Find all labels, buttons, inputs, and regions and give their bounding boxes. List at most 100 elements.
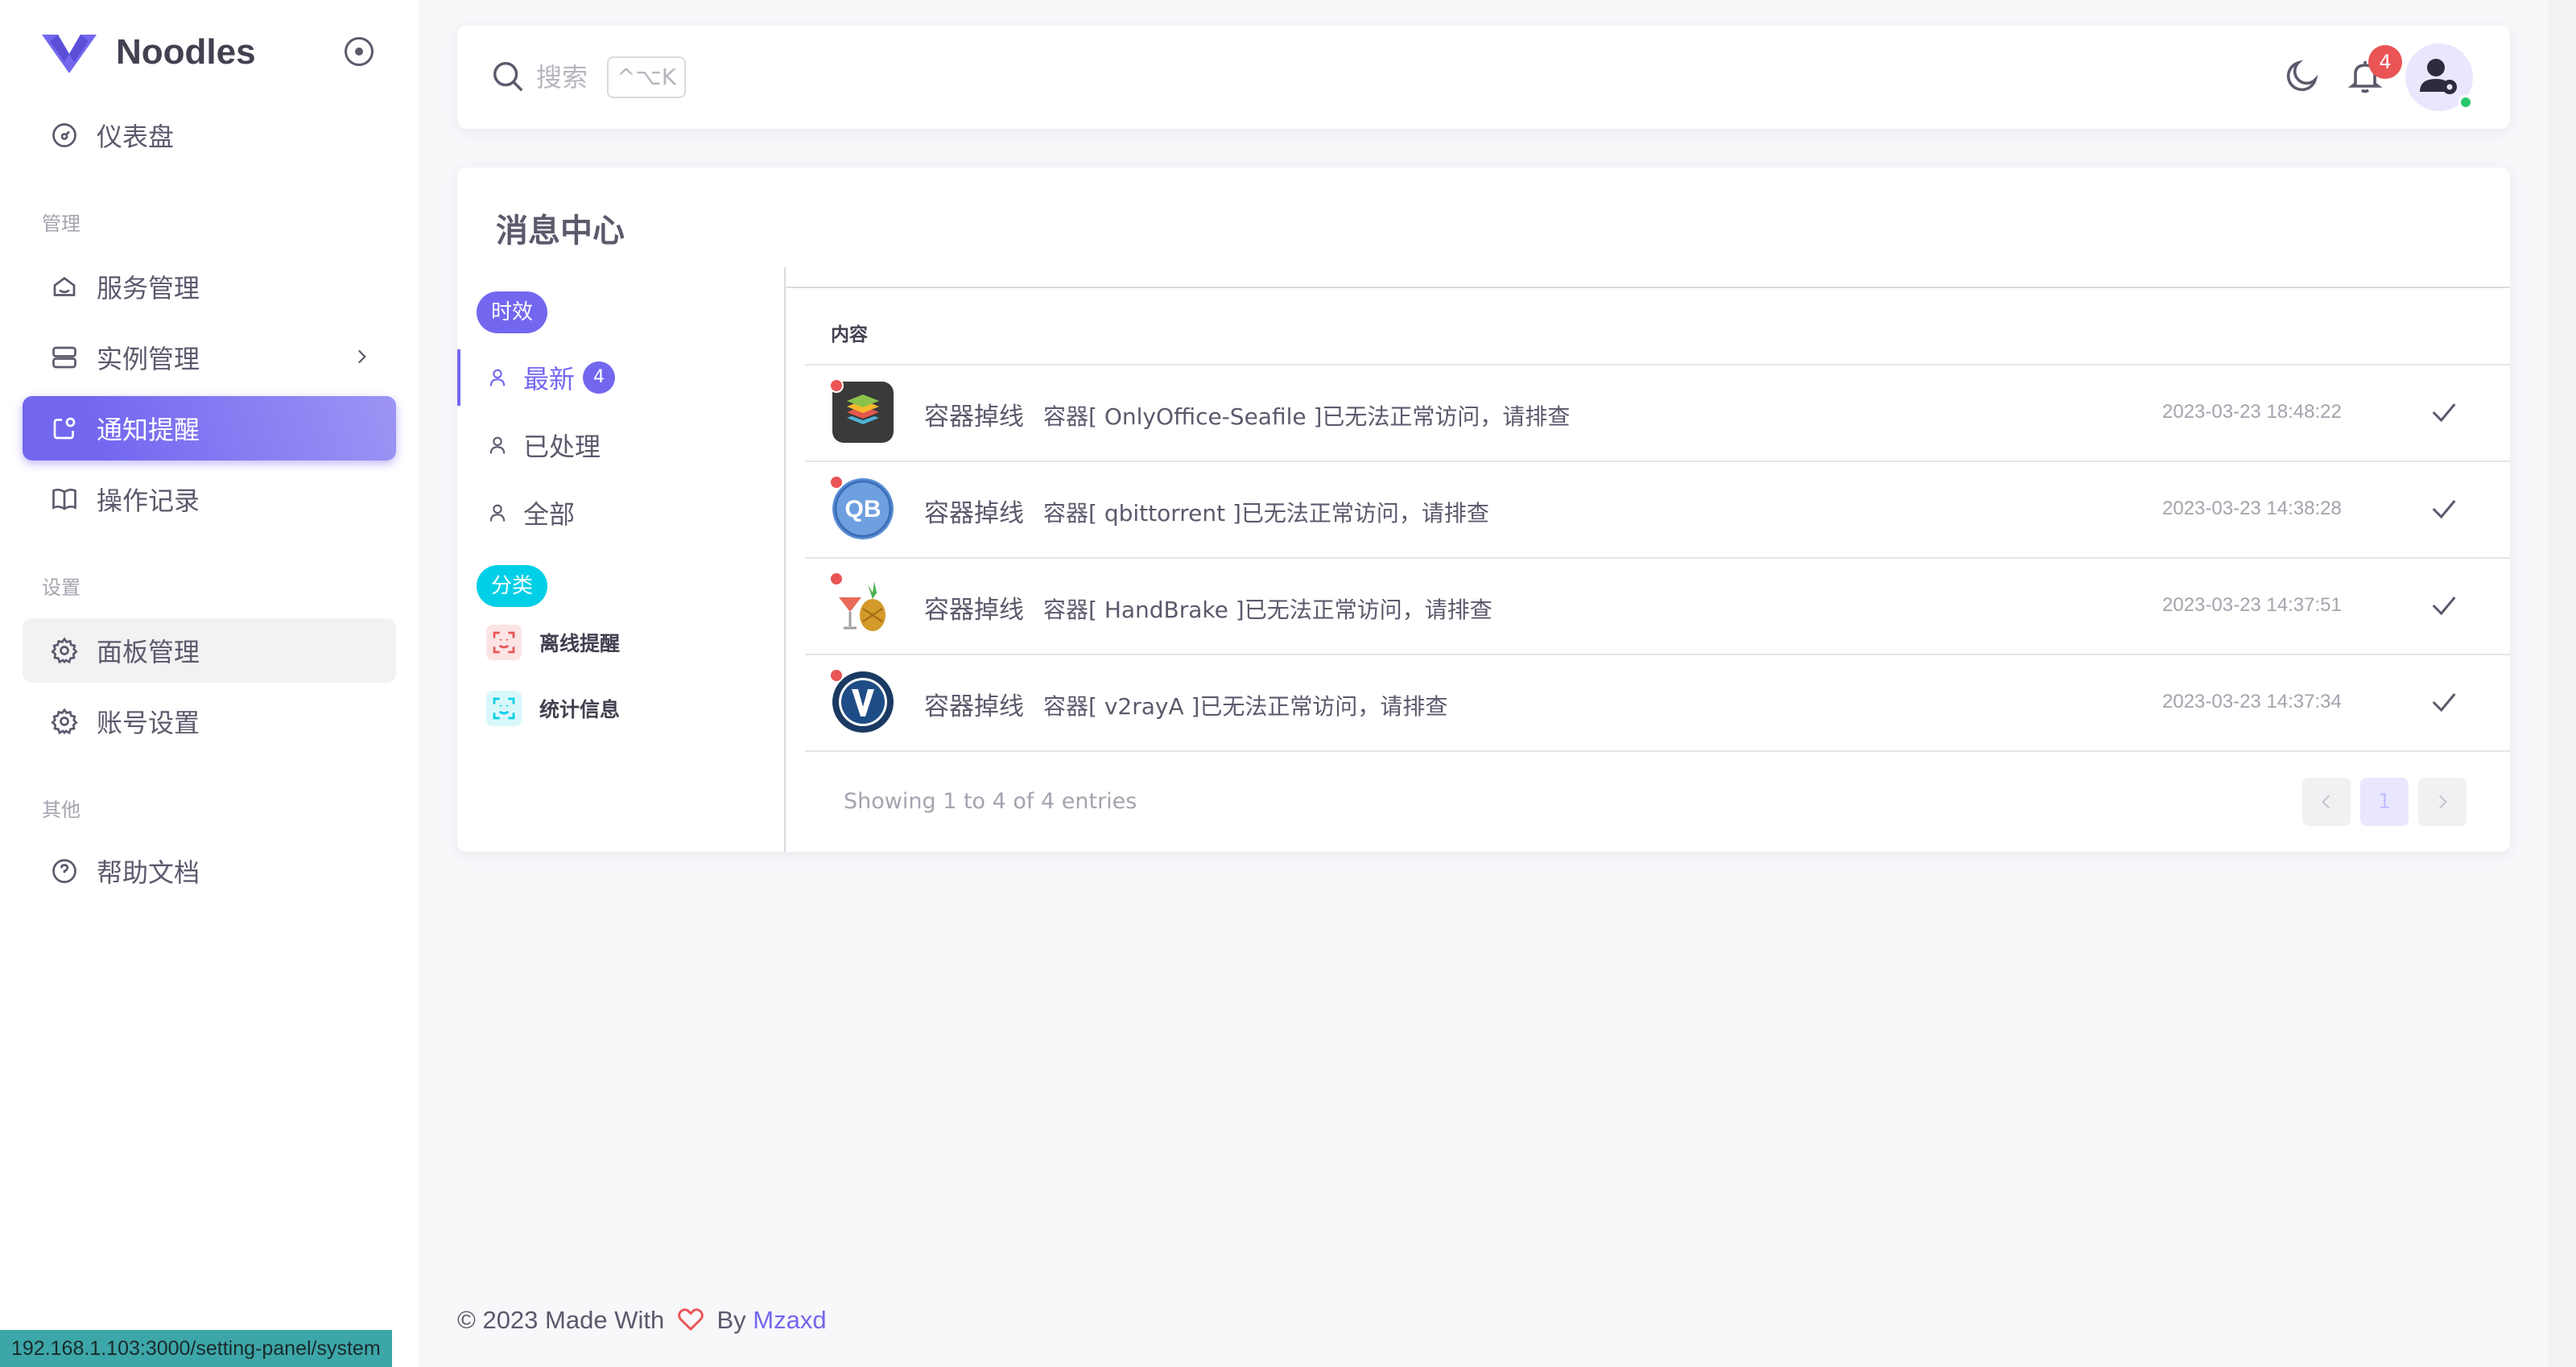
filter-panel: 时效 最新 4 已处理 全部 分类 离线提醒 统计信息 — [457, 267, 786, 852]
footer-text: © 2023 Made With — [457, 1306, 665, 1334]
chevron-right-icon — [357, 349, 366, 364]
next-page-button[interactable] — [2418, 778, 2467, 826]
gear-icon — [48, 705, 80, 737]
help-icon — [48, 855, 80, 887]
section-title-other: 其他 — [42, 799, 80, 821]
filter-label: 最新 — [523, 364, 576, 394]
footer: © 2023 Made With By Mzaxd — [457, 1306, 827, 1335]
chevron-right-icon — [2438, 795, 2447, 809]
message-time: 2023-03-23 14:37:34 — [2162, 691, 2342, 712]
message-time: 2023-03-23 14:38:28 — [2162, 498, 2342, 519]
check-icon[interactable] — [2428, 686, 2460, 718]
category-statistics[interactable]: 统计信息 — [486, 686, 776, 731]
column-header-content: 内容 — [831, 324, 868, 345]
scrollbar[interactable] — [2549, 0, 2576, 1367]
sidebar-toggle-icon[interactable] — [345, 37, 374, 66]
filter-group-label: 时效 — [477, 291, 548, 333]
sidebar-item-label: 通知提醒 — [97, 415, 200, 445]
sidebar-item-operation-logs[interactable]: 操作记录 — [23, 467, 396, 531]
qbittorrent-icon: QB — [832, 478, 894, 539]
sidebar-item-services[interactable]: 服务管理 — [23, 254, 396, 319]
chevron-left-icon — [2322, 795, 2330, 809]
message-title: 容器掉线 — [924, 403, 1024, 432]
user-icon — [489, 369, 506, 386]
user-icon — [489, 436, 506, 454]
search-icon[interactable] — [489, 58, 526, 95]
brand-name: Noodles — [116, 32, 256, 72]
filter-all[interactable]: 全部 — [457, 485, 786, 541]
category-label: 统计信息 — [539, 698, 621, 721]
message-text: 容器[ qbittorrent ]已无法正常访问，请排查 — [1043, 500, 1489, 527]
moon-icon[interactable] — [2283, 56, 2322, 95]
message-center-card: 消息中心 时效 最新 4 已处理 全部 分类 离线提醒 统计信息 内容 容器掉线… — [457, 167, 2510, 852]
sidebar-item-instances[interactable]: 实例管理 — [23, 325, 396, 390]
heart-icon — [678, 1308, 704, 1332]
message-text: 容器[ HandBrake ]已无法正常访问，请排查 — [1043, 597, 1492, 623]
unread-dot — [829, 475, 844, 489]
user-avatar[interactable] — [2405, 43, 2473, 111]
filter-latest[interactable]: 最新 4 — [457, 349, 786, 406]
category-group-label: 分类 — [477, 565, 548, 607]
onlyoffice-icon — [832, 382, 894, 443]
table-row[interactable]: QB 容器掉线 容器[ qbittorrent ]已无法正常访问，请排查 202… — [805, 462, 2510, 557]
notification-icon — [48, 412, 80, 444]
search-shortcut-hint: ^⌥K — [607, 56, 687, 98]
scan-icon — [486, 691, 522, 726]
top-navbar: ^⌥K 4 — [457, 26, 2510, 129]
page-number-button[interactable]: 1 — [2360, 778, 2409, 826]
table-row[interactable]: 容器掉线 容器[ HandBrake ]已无法正常访问，请排查 2023-03-… — [805, 559, 2510, 654]
search-input[interactable] — [536, 55, 609, 100]
sidebar-item-account-settings[interactable]: 账号设置 — [23, 689, 396, 754]
notification-count-badge: 4 — [2368, 45, 2402, 79]
count-badge: 4 — [583, 361, 616, 394]
author-link[interactable]: Mzaxd — [753, 1306, 826, 1334]
unread-dot — [829, 668, 844, 683]
divider — [805, 750, 2510, 752]
card-title: 消息中心 — [496, 213, 625, 250]
message-title: 容器掉线 — [924, 499, 1024, 528]
sidebar-item-label: 帮助文档 — [97, 857, 200, 888]
message-time: 2023-03-23 14:37:51 — [2162, 594, 2342, 616]
dashboard-icon — [48, 119, 80, 151]
message-title: 容器掉线 — [924, 596, 1024, 625]
unread-dot — [829, 378, 844, 393]
category-offline-alert[interactable]: 离线提醒 — [486, 620, 776, 665]
sidebar-item-label: 仪表盘 — [97, 122, 175, 152]
footer-by: By — [716, 1306, 746, 1334]
sidebar: Noodles 仪表盘 管理 服务管理 实例管理 通知提醒 操作记录 设置 面板… — [0, 0, 419, 1367]
scan-icon — [486, 625, 522, 660]
sidebar-item-panel-management[interactable]: 面板管理 — [23, 618, 396, 683]
brand[interactable]: Noodles — [40, 24, 394, 81]
table-row[interactable]: 容器掉线 容器[ OnlyOffice-Seafile ]已无法正常访问，请排查… — [805, 365, 2510, 460]
filter-label: 已处理 — [523, 432, 601, 462]
sidebar-item-help-docs[interactable]: 帮助文档 — [23, 839, 396, 903]
filter-label: 全部 — [523, 499, 576, 530]
prev-page-button[interactable] — [2302, 778, 2351, 826]
table-row[interactable]: 容器掉线 容器[ v2rayA ]已无法正常访问，请排查 2023-03-23 … — [805, 655, 2510, 750]
section-title-settings: 设置 — [42, 576, 80, 599]
user-icon — [489, 504, 506, 522]
check-icon[interactable] — [2428, 493, 2460, 525]
message-text: 容器[ v2rayA ]已无法正常访问，请排查 — [1043, 693, 1448, 720]
filter-processed[interactable]: 已处理 — [457, 417, 786, 473]
sidebar-item-label: 面板管理 — [97, 637, 200, 667]
sidebar-item-notifications[interactable]: 通知提醒 — [23, 396, 396, 460]
sidebar-item-label: 操作记录 — [97, 485, 200, 516]
sidebar-item-dashboard[interactable]: 仪表盘 — [23, 103, 396, 167]
section-title-manage: 管理 — [42, 213, 80, 235]
gear-icon — [48, 634, 80, 667]
message-time: 2023-03-23 18:48:22 — [2162, 401, 2342, 423]
message-title: 容器掉线 — [924, 692, 1024, 721]
check-icon[interactable] — [2428, 589, 2460, 622]
v2raya-icon — [832, 671, 894, 733]
sidebar-item-label: 账号设置 — [97, 708, 200, 738]
home-icon — [48, 271, 80, 303]
handbrake-icon — [832, 575, 894, 636]
sidebar-item-label: 服务管理 — [97, 273, 200, 304]
online-status-dot — [2458, 95, 2473, 109]
check-icon[interactable] — [2428, 396, 2460, 428]
server-icon — [48, 341, 80, 374]
sidebar-item-label: 实例管理 — [97, 344, 200, 374]
svg-text:QB: QB — [845, 496, 881, 522]
divider — [786, 287, 2510, 288]
